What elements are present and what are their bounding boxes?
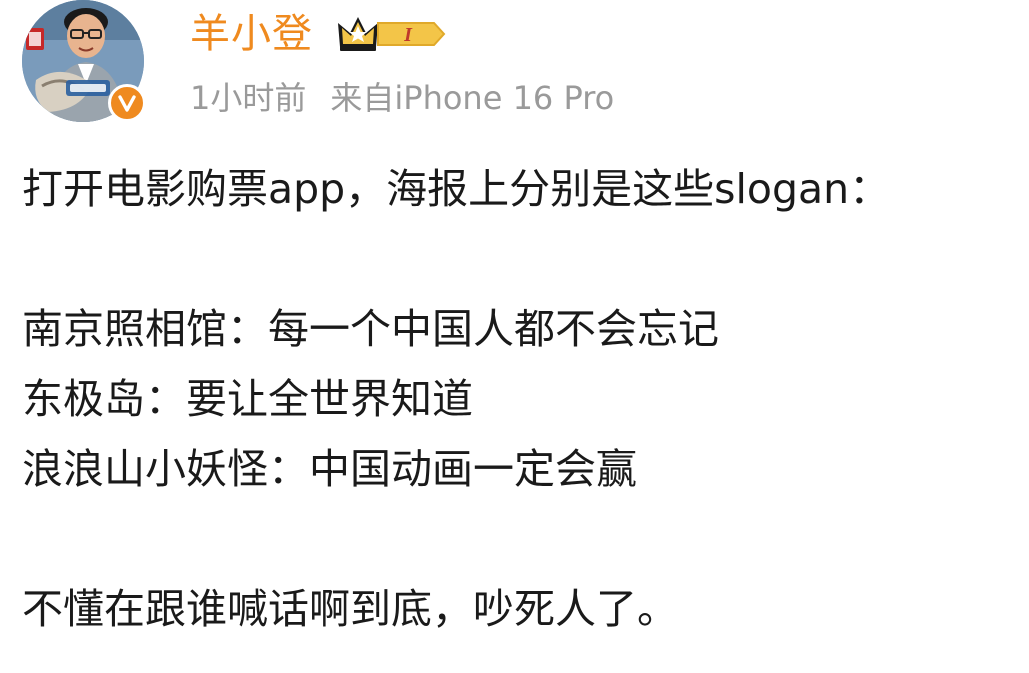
slogan-line: 南京照相馆：每一个中国人都不会忘记 [22, 305, 719, 353]
vip-level-text: I [403, 24, 413, 46]
slogan-line: 浪浪山小妖怪：中国动画一定会赢 [22, 445, 637, 493]
author-name[interactable]: 羊小登 [190, 6, 313, 62]
author-avatar-wrap[interactable] [22, 0, 148, 122]
post-time: 1小时前 [190, 79, 307, 117]
post-source: 来自iPhone 16 Pro [330, 79, 615, 117]
verified-v-icon [108, 84, 146, 122]
post-content: 打开电影购票app，海报上分别是这些slogan： 南京照相馆：每一个中国人都不… [22, 154, 1022, 644]
post-meta: 1小时前 来自iPhone 16 Pro [190, 74, 614, 122]
slogan-line: 东极岛：要让全世界知道 [22, 375, 473, 423]
crown-vip-icon[interactable]: I [336, 11, 448, 57]
post-closing: 不懂在跟谁喊话啊到底，吵死人了。 [22, 585, 678, 633]
post-intro: 打开电影购票app，海报上分别是这些slogan： [22, 165, 891, 213]
weibo-post: 羊小登 I 1小时前 来自iPhone 16 Pro 打开电影购票app，海报上分… [0, 0, 1029, 673]
